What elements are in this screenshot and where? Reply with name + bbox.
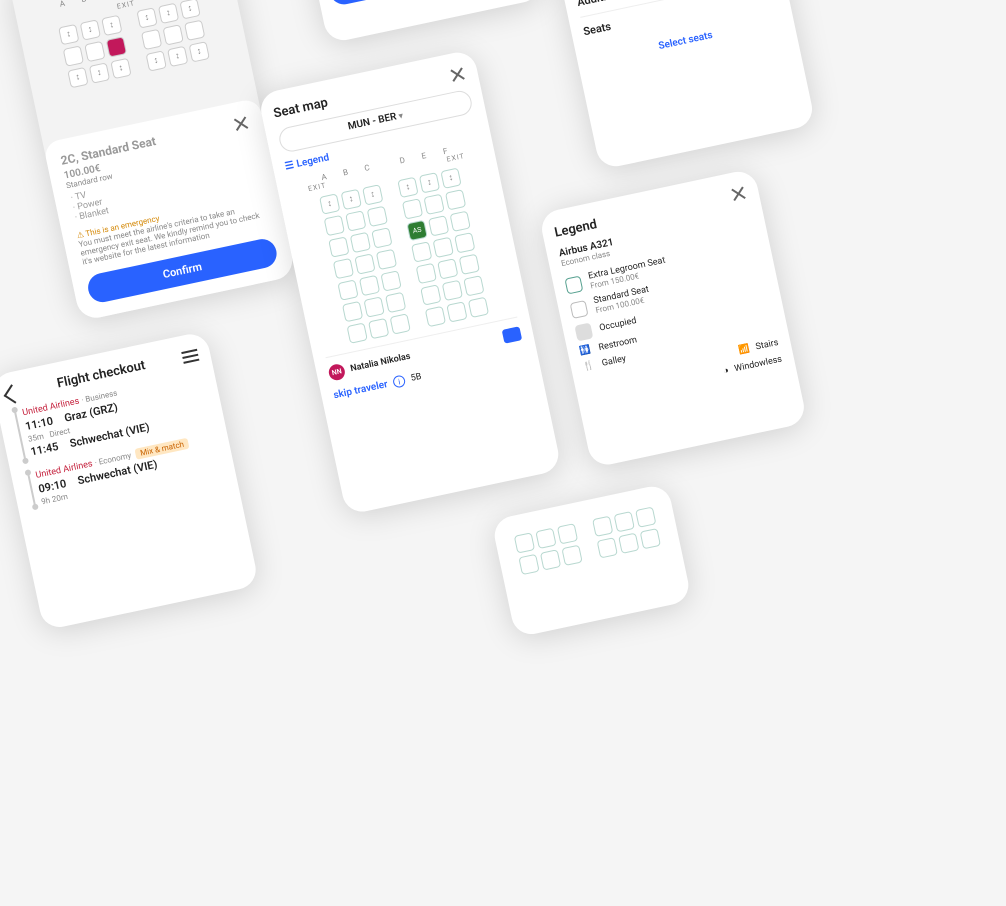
galley-icon: 🍴 bbox=[582, 361, 595, 373]
seat[interactable] bbox=[437, 258, 458, 279]
seat[interactable] bbox=[345, 210, 366, 231]
seat[interactable] bbox=[380, 270, 401, 291]
seat[interactable] bbox=[459, 254, 480, 275]
seat-map-icon[interactable] bbox=[502, 326, 523, 343]
seat[interactable] bbox=[342, 301, 363, 322]
seat[interactable] bbox=[416, 263, 437, 284]
legend-screen: Legend Airbus A321 Econom class Extra Le… bbox=[538, 168, 807, 468]
close-icon[interactable] bbox=[729, 184, 748, 203]
seat-code: 5B bbox=[410, 372, 423, 384]
seat[interactable] bbox=[411, 241, 432, 262]
seat[interactable] bbox=[333, 258, 354, 279]
seat[interactable] bbox=[440, 168, 461, 189]
seat[interactable] bbox=[425, 306, 446, 327]
seat[interactable] bbox=[446, 301, 467, 322]
seat[interactable] bbox=[445, 189, 466, 210]
next-flight-button[interactable]: Next flight bbox=[327, 0, 525, 7]
windowless-icon: ◑ bbox=[722, 365, 730, 377]
seat[interactable] bbox=[362, 184, 383, 205]
seat[interactable] bbox=[346, 322, 367, 343]
seat[interactable] bbox=[442, 280, 463, 301]
menu-icon[interactable] bbox=[181, 348, 199, 363]
info-icon[interactable]: i bbox=[392, 374, 406, 388]
stairs-icon: 📶 bbox=[738, 344, 751, 356]
checkout-screen-2: Business Graz (GRZ) 35m Direct 11:45Schw… bbox=[526, 0, 816, 170]
seat[interactable] bbox=[328, 236, 349, 257]
seat[interactable] bbox=[363, 296, 384, 317]
seat[interactable] bbox=[468, 297, 489, 318]
seat[interactable] bbox=[420, 284, 441, 305]
seat[interactable] bbox=[367, 206, 388, 227]
seat[interactable] bbox=[385, 292, 406, 313]
seat[interactable] bbox=[354, 253, 375, 274]
seat-confirm-screen: ☰ Legend ABCDEF EXIT 2C, Standard Seat 1… bbox=[8, 0, 296, 321]
passengers-screen: ngName i 5B 20€ LR Lily Roberts i 5B 20€… bbox=[293, 0, 544, 44]
seat[interactable] bbox=[368, 318, 389, 339]
seat[interactable] bbox=[390, 313, 411, 334]
close-icon[interactable] bbox=[448, 65, 467, 84]
seat[interactable] bbox=[371, 227, 392, 248]
seat-grid-dim: EXIT bbox=[29, 0, 236, 94]
seat[interactable] bbox=[449, 211, 470, 232]
select-seats-link[interactable]: Select seats bbox=[658, 30, 714, 52]
avatar: NN bbox=[327, 363, 346, 382]
seat-selected[interactable]: AS bbox=[406, 220, 427, 241]
seat[interactable] bbox=[454, 232, 475, 253]
seat[interactable] bbox=[350, 232, 371, 253]
seat[interactable] bbox=[319, 193, 340, 214]
seat[interactable] bbox=[463, 275, 484, 296]
seat[interactable] bbox=[419, 172, 440, 193]
seat[interactable] bbox=[376, 249, 397, 270]
seat[interactable] bbox=[397, 177, 418, 198]
seat-grid-mini bbox=[491, 483, 692, 638]
seat[interactable] bbox=[402, 198, 423, 219]
seat-map-screen: Seat map MUN - BER ▾ ☰ Legend ABCDEF EXI… bbox=[257, 49, 562, 515]
legend-link[interactable]: ☰ Legend bbox=[284, 152, 330, 172]
restroom-icon: 🚻 bbox=[579, 345, 592, 357]
seat[interactable] bbox=[423, 194, 444, 215]
seat[interactable] bbox=[428, 215, 449, 236]
seat[interactable] bbox=[337, 279, 358, 300]
checkout-screen-1: Flight checkout United Airlines · Busine… bbox=[0, 331, 259, 631]
seat[interactable] bbox=[433, 237, 454, 258]
seat[interactable] bbox=[341, 189, 362, 210]
seat[interactable] bbox=[324, 215, 345, 236]
close-icon[interactable] bbox=[232, 114, 251, 133]
seat-grid: AS bbox=[293, 162, 516, 349]
seat[interactable] bbox=[359, 275, 380, 296]
seat-confirm-modal: 2C, Standard Seat 100.00€ Standard row ·… bbox=[43, 98, 296, 322]
